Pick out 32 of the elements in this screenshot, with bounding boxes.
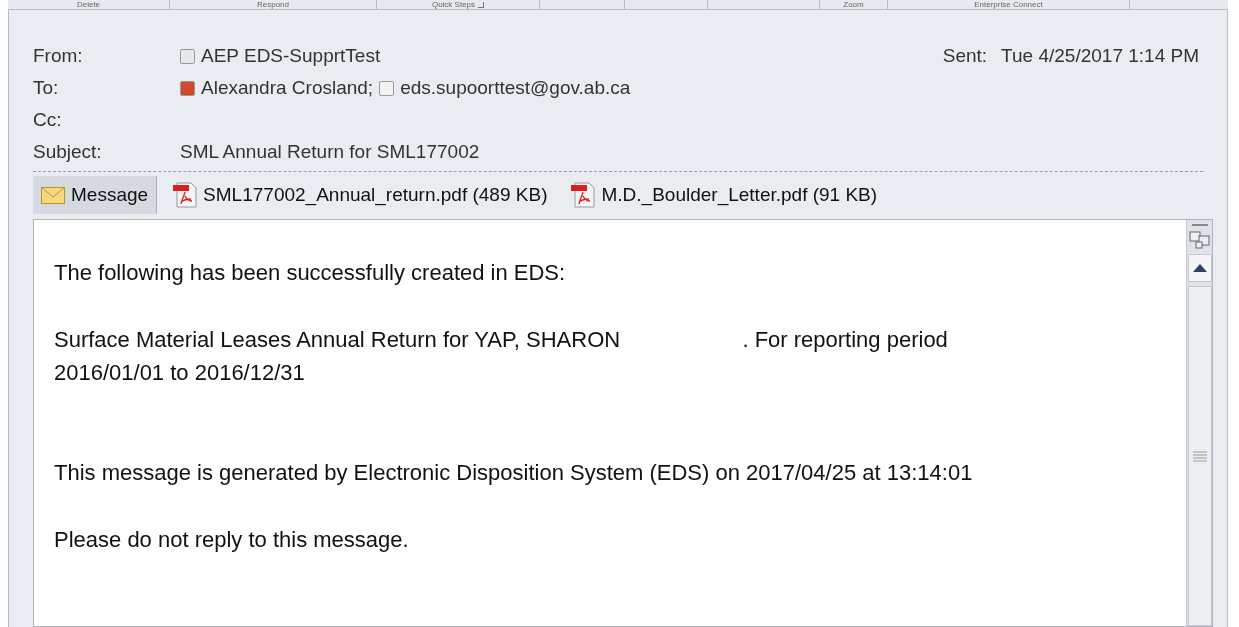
ribbon-group-label: Zoom [843,0,864,10]
sender-name[interactable]: AEP EDS-SupprtTest [201,41,381,71]
dialog-launcher-icon[interactable] [478,1,485,8]
pdf-file-icon [173,182,198,208]
message-paragraph: This message is generated by Electronic Disposition System (EDS) on 2017/04/25 at 13:14:01 [54,459,974,487]
field-label: To: [33,75,60,100]
envelope-icon [41,186,65,204]
message-tab[interactable]: Message [33,176,158,214]
vertical-scrollbar[interactable] [1186,220,1212,626]
scroll-up-button[interactable] [1187,254,1212,282]
ribbon-group-label: Quick Steps [431,0,476,10]
attachment-item[interactable]: M.D._Boulder_Letter.pdf (91 KB) [563,176,886,214]
attachment-item[interactable]: SML177002_Annual_return.pdf (489 KB) [165,176,556,214]
message-paragraph: Please do not reply to this message. [54,526,410,554]
field-label: Subject: [33,139,103,164]
grip-icon [1192,450,1207,462]
field-label: From: [33,43,84,68]
scroll-thumb[interactable] [1187,286,1212,626]
up-arrow-icon [1192,264,1207,272]
pdf-file-icon [571,182,596,208]
message-paragraph: The following has been successfully created in EDS: [54,259,567,287]
recipient-name[interactable]: Alexandra Crosland; [201,73,374,103]
subject-text: SML Annual Return for SML177002 [180,139,480,164]
field-label: Cc: [33,107,63,132]
ribbon-group-label: Delete [76,0,101,10]
rules-icon[interactable] [1188,230,1211,250]
ribbon-group-label: Respond [257,0,289,10]
ribbon-group-label: Enterprise Connect [974,0,1043,10]
recipient-name[interactable]: eds.supoorttest@gov.ab.ca [400,73,631,103]
message-paragraph: Surface Material Leases Annual Return for YAP, SHARON . For reporting period 2016/01/01 to 2016/12/31 [54,326,949,387]
field-label: Sent: [942,43,988,68]
sent-date: Tue 4/25/2017 1:14 PM [1001,43,1199,68]
